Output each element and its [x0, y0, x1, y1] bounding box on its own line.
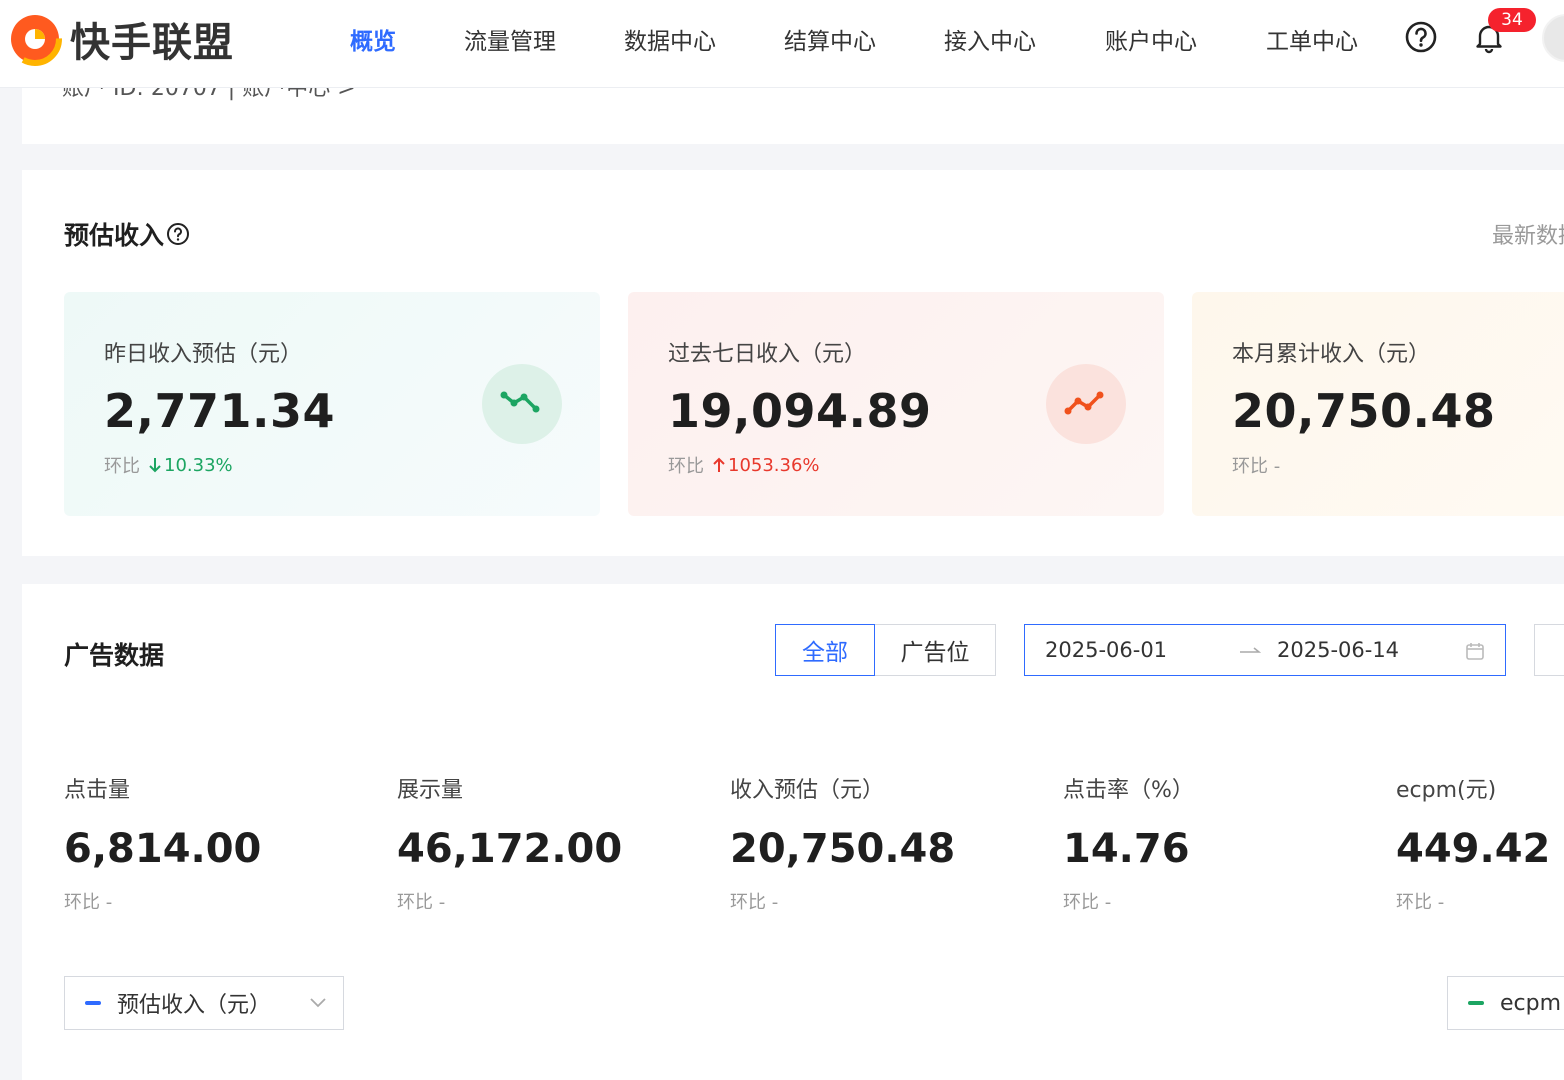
right-series-select[interactable]: ecpm: [1447, 976, 1564, 1030]
metric-compare: 环比 -: [730, 892, 779, 913]
trend-down-icon: [482, 364, 562, 444]
nav-item-data-center[interactable]: 数据中心: [624, 22, 716, 56]
kuaishou-logo-icon: [8, 12, 62, 66]
metric-ecpm: ecpm(元) 449.42 环比 -: [1396, 772, 1564, 914]
income-title-text: 预估收入: [64, 221, 165, 250]
compare-label: 环比: [104, 456, 140, 477]
nav-item-tickets[interactable]: 工单中心: [1266, 22, 1358, 56]
nav-item-traffic[interactable]: 流量管理: [464, 22, 556, 56]
avatar[interactable]: [1542, 14, 1564, 62]
left-series-select[interactable]: 预估收入（元）: [64, 976, 344, 1030]
segment-ad-slot[interactable]: 广告位: [874, 624, 996, 676]
compare-change-value: 10.33%: [164, 454, 233, 476]
arrow-up-icon: [713, 457, 725, 472]
card-compare: 环比 10.33%: [104, 452, 233, 478]
estimated-income-panel: 预估收入 最新数据 昨日收入预估（元） 2,771.34 环比 10.33%: [22, 170, 1564, 556]
card-label: 昨日收入预估（元）: [104, 342, 303, 367]
nav-item-account[interactable]: 账户中心: [1105, 22, 1197, 56]
card-value: 20,750.48: [1232, 384, 1496, 438]
last-seven-days-income-card: 过去七日收入（元） 19,094.89 环比 1053.36%: [628, 292, 1164, 516]
top-navigation: 快手联盟 概览 流量管理 数据中心 结算中心 接入中心 账户中心 工单中心 34: [0, 0, 1564, 88]
date-end-input[interactable]: [1277, 638, 1427, 662]
calendar-icon[interactable]: [1465, 641, 1485, 661]
compare-change-value: 1053.36%: [728, 454, 820, 476]
help-icon[interactable]: [1404, 20, 1438, 54]
metric-estimated-income: 收入预估（元） 20,750.48 环比 -: [730, 772, 1030, 914]
card-value: 2,771.34: [104, 384, 335, 438]
compare-label: 环比: [668, 456, 704, 477]
account-id-text: 账户 ID: 20707 | 账户中心 >: [62, 88, 356, 101]
chevron-down-icon: [310, 998, 326, 1008]
card-compare: 环比 -: [1232, 452, 1280, 478]
brand[interactable]: 快手联盟: [8, 10, 234, 68]
nav-item-settlement[interactable]: 结算中心: [784, 22, 876, 56]
legend-blue-marker: [85, 1001, 101, 1005]
ads-title-text: 广告数据: [64, 641, 165, 670]
arrow-right-icon: [1240, 647, 1261, 653]
metric-compare: 环比 -: [64, 892, 113, 913]
metric-value: 46,172.00: [397, 826, 623, 872]
ads-title: 广告数据: [64, 636, 164, 672]
metric-label: 点击率（%）: [1063, 778, 1194, 803]
metric-ctr: 点击率（%） 14.76 环比 -: [1063, 772, 1363, 914]
date-start-input[interactable]: [1045, 638, 1195, 662]
income-title: 预估收入: [64, 216, 190, 252]
card-compare: 环比 1053.36%: [668, 452, 820, 478]
card-label: 过去七日收入（元）: [668, 342, 867, 367]
metric-value: 20,750.48: [730, 826, 956, 872]
metric-clicks: 点击量 6,814.00 环比 -: [64, 772, 364, 914]
metric-compare: 环比 -: [397, 892, 446, 913]
left-series-label: 预估收入（元）: [117, 993, 272, 1018]
legend-green-marker: [1468, 1001, 1484, 1005]
trend-up-icon: [1046, 364, 1126, 444]
card-label: 本月累计收入（元）: [1232, 342, 1431, 367]
more-filter-button[interactable]: [1534, 624, 1564, 676]
metric-impressions: 展示量 46,172.00 环比 -: [397, 772, 697, 914]
segment-all[interactable]: 全部: [775, 624, 875, 676]
compare-change-down: 10.33%: [148, 455, 233, 476]
account-info-strip: 账户 ID: 20707 | 账户中心 >: [22, 88, 1564, 144]
nav-item-overview[interactable]: 概览: [350, 22, 396, 56]
ad-data-panel: 广告数据 全部 广告位 点击量 6,814.00 环比 - 展示量 46,172…: [22, 584, 1564, 1080]
card-value: 19,094.89: [668, 384, 932, 438]
metric-label: 展示量: [397, 778, 464, 803]
metric-value: 6,814.00: [64, 826, 262, 872]
metric-value: 14.76: [1063, 826, 1190, 872]
metric-label: ecpm(元): [1396, 778, 1497, 803]
metric-label: 收入预估（元）: [730, 778, 885, 803]
latest-data-label: 最新数据: [1492, 224, 1564, 249]
month-cumulative-income-card: 本月累计收入（元） 20,750.48 环比 -: [1192, 292, 1564, 516]
question-icon[interactable]: [166, 222, 190, 246]
metric-label: 点击量: [64, 778, 131, 803]
nav-item-access[interactable]: 接入中心: [944, 22, 1036, 56]
metric-compare: 环比 -: [1396, 892, 1445, 913]
notification-badge: 34: [1488, 8, 1536, 32]
right-series-label: ecpm: [1500, 990, 1562, 1016]
arrow-down-icon: [149, 458, 161, 473]
compare-change-up: 1053.36%: [712, 455, 820, 476]
date-range-picker[interactable]: [1024, 624, 1506, 676]
metric-compare: 环比 -: [1063, 892, 1112, 913]
yesterday-income-card: 昨日收入预估（元） 2,771.34 环比 10.33%: [64, 292, 600, 516]
metric-value: 449.42: [1396, 826, 1551, 872]
brand-name: 快手联盟: [70, 20, 234, 66]
compare-label: 环比 -: [1232, 456, 1281, 477]
